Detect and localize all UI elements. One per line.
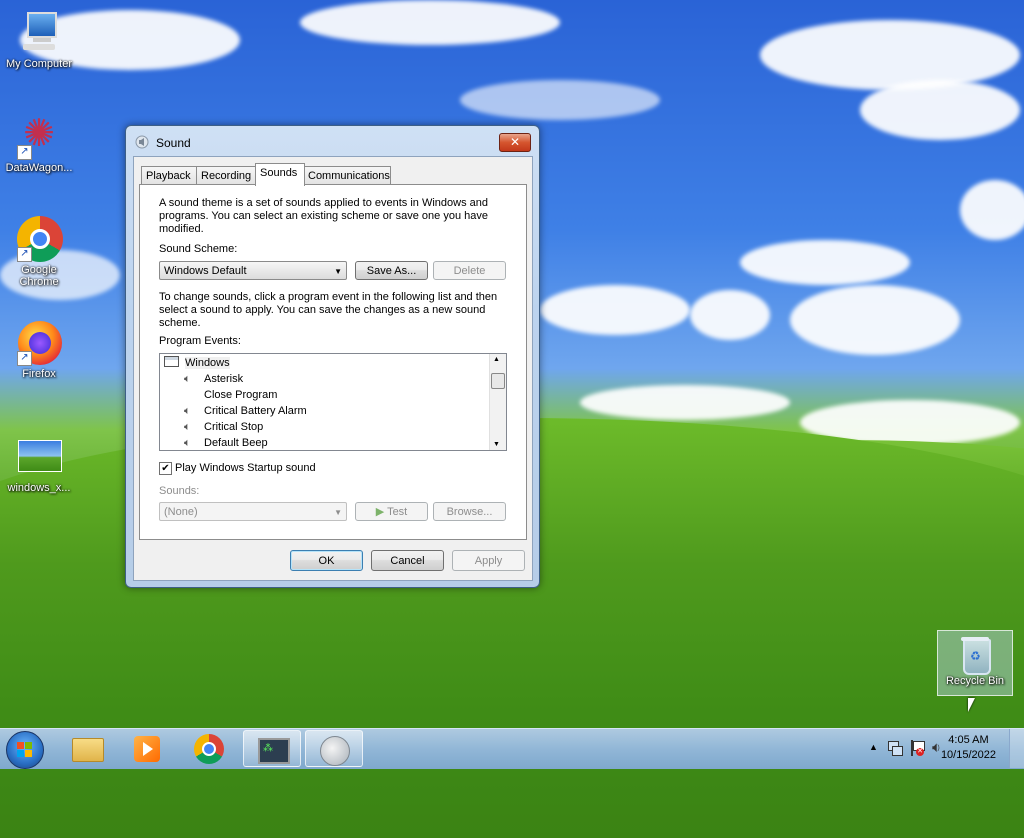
show-desktop-button[interactable] [1009, 729, 1024, 768]
chevron-down-icon: ▼ [334, 267, 342, 276]
dialog-title: Sound [156, 136, 191, 150]
desktop-icon-label: Firefox [22, 368, 56, 380]
desktop-icon-firefox[interactable]: ↗ Firefox [1, 318, 77, 380]
speaker-icon [320, 736, 350, 766]
scheme-description: A sound theme is a set of sounds applied… [159, 197, 488, 235]
taskbar: ⁂ ▲ ✕ 🔉︎ 4:05 AM 10/15/2022 [0, 728, 1024, 769]
list-item[interactable]: 🔈︎ Critical Stop [184, 419, 263, 435]
speaker-icon: 🔈︎ [184, 421, 191, 433]
folder-icon [72, 738, 104, 762]
close-button[interactable]: ✕ [499, 133, 531, 152]
list-item[interactable]: 🔈︎ Default Beep [184, 435, 268, 450]
scroll-thumb[interactable] [491, 373, 505, 389]
desktop-icon-my-computer[interactable]: My Computer [1, 8, 77, 70]
image-file-icon [15, 432, 63, 480]
events-scrollbar[interactable]: ▲ ▼ [489, 354, 506, 450]
scroll-up-icon[interactable]: ▲ [493, 356, 500, 363]
play-icon: ▶ [375, 506, 385, 518]
show-hidden-icons-icon[interactable]: ▲ [869, 742, 878, 752]
window-group-icon [164, 356, 179, 367]
program-events-label: Program Events: [159, 335, 241, 347]
taskbar-sound[interactable] [305, 730, 363, 767]
desktop-icon-recycle-bin[interactable]: ♻ Recycle Bin [937, 630, 1013, 696]
sounds-tab-panel: A sound theme is a set of sounds applied… [139, 184, 527, 540]
system-tray: ▲ ✕ 🔉︎ 4:05 AM 10/15/2022 [844, 729, 1024, 769]
speaker-icon: 🔈︎ [184, 437, 191, 449]
shortcut-arrow-icon: ↗ [17, 351, 32, 366]
sounds-dropdown[interactable]: (None) ▼ [159, 502, 347, 521]
browse-button[interactable]: Browse... [433, 502, 506, 521]
recycle-bin-icon: ♻ [951, 633, 999, 681]
startup-sound-checkbox[interactable]: ✔ [159, 462, 172, 475]
volume-icon[interactable]: 🔉︎ [932, 739, 941, 756]
list-item[interactable]: 🔈︎ Asterisk [184, 371, 243, 387]
ok-button[interactable]: OK [290, 550, 363, 571]
tab-recording[interactable]: Recording [196, 166, 258, 185]
dialog-titlebar[interactable]: Sound ✕ [126, 126, 539, 156]
dialog-client-area: Playback Recording Sounds Communications… [133, 156, 533, 581]
taskbar-datawagon[interactable]: ⁂ [243, 730, 301, 767]
desktop-icon-label: DataWagon... [5, 162, 73, 174]
desktop-icon-label: windows_x... [7, 482, 71, 494]
sound-dialog: Sound ✕ Playback Recording Sounds Commun… [125, 125, 540, 588]
save-as-button[interactable]: Save As... [355, 261, 428, 280]
windows-logo-icon [17, 742, 33, 758]
tab-playback[interactable]: Playback [141, 166, 198, 185]
cancel-button[interactable]: Cancel [371, 550, 444, 571]
list-item[interactable]: Close Program [204, 387, 277, 403]
test-button[interactable]: ▶ Test [355, 502, 428, 521]
computer-icon [15, 8, 63, 56]
apply-button[interactable]: Apply [452, 550, 525, 571]
scroll-down-icon[interactable]: ▼ [493, 441, 500, 448]
startup-sound-label[interactable]: Play Windows Startup sound [175, 462, 525, 475]
chevron-down-icon: ▼ [334, 508, 342, 517]
list-item[interactable]: 🔈︎ Critical Battery Alarm [184, 403, 307, 419]
firefox-icon: ↗ [15, 318, 63, 366]
sound-scheme-value: Windows Default [164, 265, 247, 277]
delete-button[interactable]: Delete [433, 261, 506, 280]
mouse-cursor-icon [968, 698, 975, 712]
desktop-icon-google-chrome[interactable]: ↗ Google Chrome [1, 214, 77, 288]
speaker-icon: 🔈︎ [184, 373, 191, 385]
shortcut-arrow-icon: ↗ [17, 145, 32, 160]
chrome-icon: ↗ [15, 214, 63, 262]
taskbar-chrome[interactable] [181, 730, 239, 767]
network-icon[interactable] [888, 741, 903, 756]
program-events-list[interactable]: Windows 🔈︎ Asterisk Close Program 🔈︎ Criti… [159, 353, 507, 451]
action-center-flag-icon[interactable]: ✕ [910, 740, 925, 756]
tab-communications[interactable]: Communications [303, 166, 391, 185]
sound-scheme-label: Sound Scheme: [159, 243, 238, 255]
start-button[interactable] [6, 731, 44, 769]
sound-scheme-dropdown[interactable]: Windows Default ▼ [159, 261, 347, 280]
desktop-icon-label: Google Chrome [19, 264, 59, 288]
list-item-windows-group[interactable]: Windows [164, 355, 230, 371]
datawagon-icon: ✺ ↗ [15, 112, 63, 160]
sounds-label: Sounds: [159, 485, 200, 497]
desktop-icon-windows-xp-image[interactable]: windows_x... [1, 432, 77, 494]
taskbar-file-explorer[interactable] [58, 730, 116, 767]
clock[interactable]: 4:05 AM 10/15/2022 [941, 733, 996, 763]
desktop-icon-datawagon[interactable]: ✺ ↗ DataWagon... [1, 112, 77, 174]
speaker-icon [135, 135, 149, 149]
desktop-icon-label: My Computer [5, 58, 73, 70]
taskbar-media-player[interactable] [118, 730, 176, 767]
shortcut-arrow-icon: ↗ [17, 247, 32, 262]
clock-date: 10/15/2022 [940, 749, 996, 761]
speaker-icon: 🔈︎ [184, 405, 191, 417]
sounds-value: (None) [164, 506, 198, 518]
tab-sounds[interactable]: Sounds [255, 163, 305, 186]
change-sounds-instructions: To change sounds, click a program event … [159, 291, 498, 329]
clock-time: 4:05 AM [948, 734, 989, 746]
